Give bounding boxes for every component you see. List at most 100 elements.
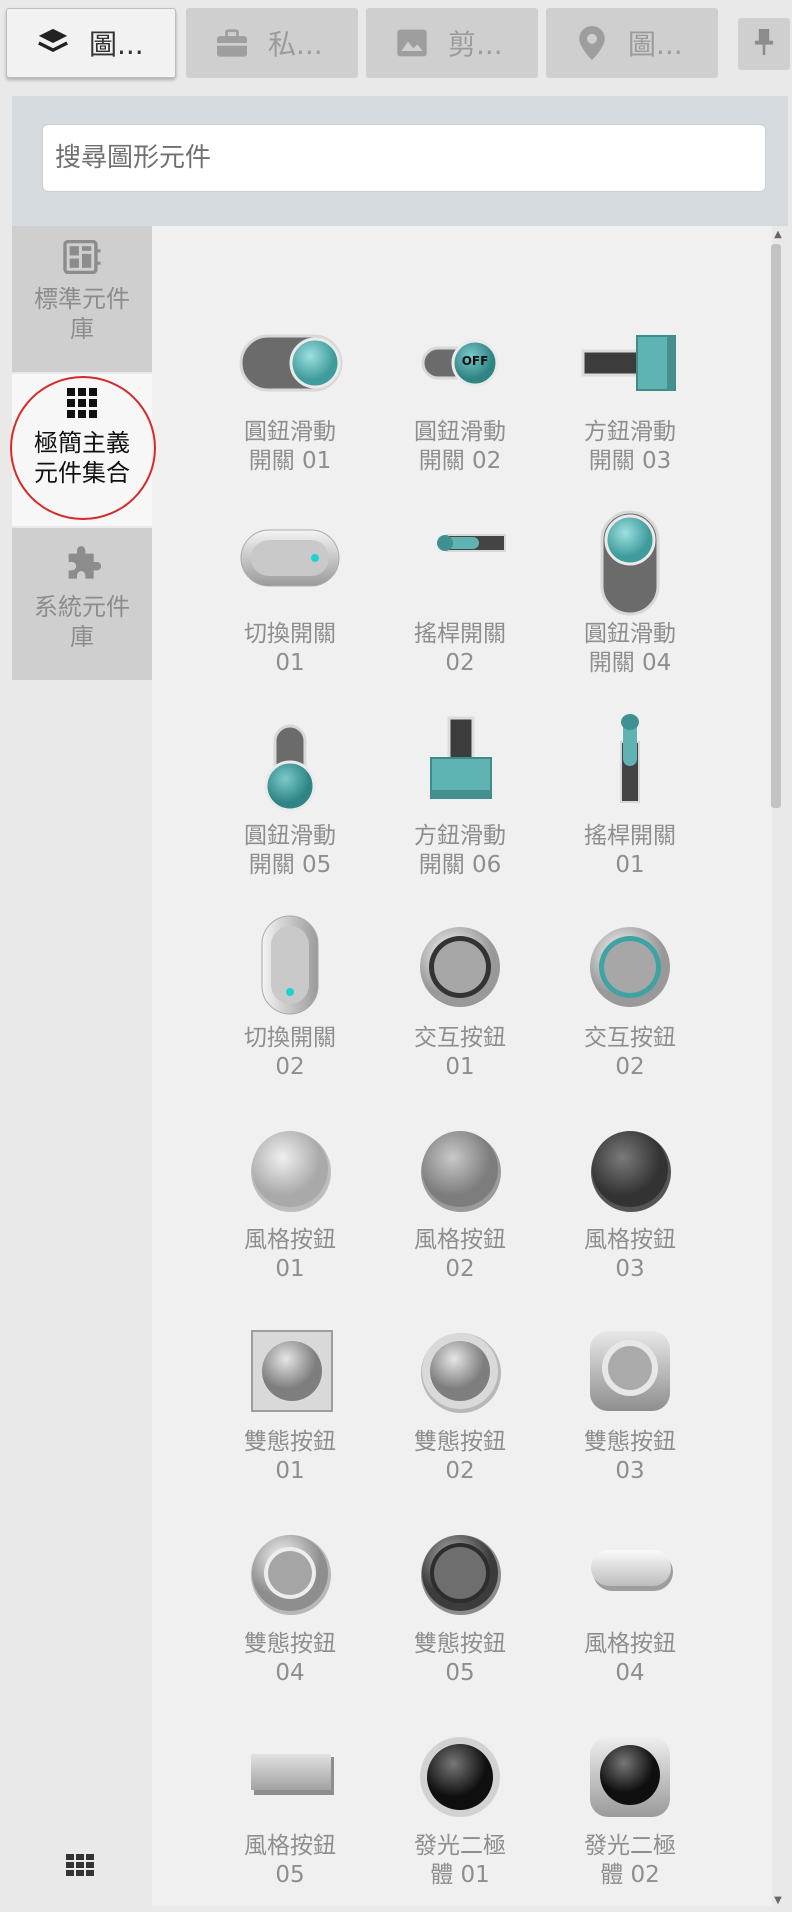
map-pin-icon [572,23,612,63]
widget-label: 發光二極 [414,1833,506,1859]
widget-label: 雙態按鈕 [244,1429,336,1455]
widget-round-slide-switch-02[interactable]: OFF 圓鈕滑動 開關 02 [375,306,545,474]
widget-label: 05 [275,1862,305,1888]
scroll-up-arrow-icon[interactable]: ▲ [772,230,784,240]
widget-interactive-button-01[interactable]: 交互按鈕 01 [375,912,545,1080]
sidebar-item-standard-library[interactable]: 標準元件 庫 [12,226,152,372]
widget-square-slide-switch-06[interactable]: 方鈕滑動 開關 06 [375,710,545,878]
widget-round-slide-switch-01[interactable]: 圓鈕滑動 開關 01 [205,306,375,474]
app-window: 圖... 私... 剪... 圖... 搜尋圖形元件 標準元件 庫 極簡主義 元… [0,0,792,1912]
layers-icon [33,23,73,63]
widget-two-state-button-05[interactable]: 雙態按鈕 05 [375,1518,545,1686]
widget-two-state-button-02[interactable]: 雙態按鈕 02 [375,1316,545,1484]
pin-button[interactable] [738,18,790,70]
widget-label: 切換開關 [244,1025,336,1051]
rocker-switch-horizontal-icon [375,508,545,618]
scroll-down-arrow-icon[interactable]: ▼ [772,1896,784,1906]
toggle-switch-icon [205,508,375,618]
widget-two-state-button-04[interactable]: 雙態按鈕 04 [205,1518,375,1686]
widget-label: 02 [445,1256,475,1282]
widget-label: 02 [275,1054,305,1080]
widget-label: 體 01 [430,1862,490,1888]
widget-toggle-switch-01[interactable]: 切換開關 01 [205,508,375,676]
widget-style-button-05[interactable]: 風格按鈕 05 [205,1720,375,1888]
widget-led-02[interactable]: 發光二極 體 02 [545,1720,715,1888]
category-sidebar: 標準元件 庫 極簡主義 元件集合 系統元件 庫 [12,226,152,1906]
widget-style-button-02[interactable]: 風格按鈕 02 [375,1114,545,1282]
widget-label: 02 [615,1054,645,1080]
tab-components[interactable]: 圖... [6,8,176,78]
widget-label: 02 [445,650,475,676]
widget-label: 圓鈕滑動 [244,823,336,849]
tab-label: 私... [268,28,323,61]
widget-style-button-01[interactable]: 風格按鈕 01 [205,1114,375,1282]
widget-label: 開關 04 [588,650,672,676]
widget-square-slide-switch-03[interactable]: 方鈕滑動 開關 03 [545,306,715,474]
widget-two-state-button-01[interactable]: 雙態按鈕 01 [205,1316,375,1484]
widget-label: 交互按鈕 [414,1025,506,1051]
tab-clipart[interactable]: 剪... [366,8,538,78]
round-slide-switch-vertical-icon [545,508,715,618]
apps-grid-button[interactable] [66,1854,94,1880]
two-state-button-round-icon [375,1316,545,1426]
widget-label: 開關 06 [418,852,502,878]
widget-label: 雙態按鈕 [414,1631,506,1657]
widget-label: 03 [615,1256,645,1282]
widget-label: 搖桿開關 [584,823,676,849]
sidebar-item-label: 標準元件 [34,285,130,313]
widget-label: 01 [615,852,645,878]
widget-label: 風格按鈕 [584,1227,676,1253]
widget-interactive-button-02[interactable]: 交互按鈕 02 [545,912,715,1080]
sidebar-item-system-library[interactable]: 系統元件 庫 [12,528,152,680]
briefcase-icon [212,23,252,63]
sidebar-item-label: 庫 [70,315,94,343]
two-state-button-dark-icon [375,1518,545,1628]
layout-grid-icon [12,240,152,274]
widget-label: 風格按鈕 [244,1833,336,1859]
widget-label: 交互按鈕 [584,1025,676,1051]
style-button-rect-icon [205,1720,375,1830]
rocker-switch-vertical-icon [545,710,715,820]
sidebar-item-label: 元件集合 [34,459,130,487]
style-button-pill-icon [545,1518,715,1628]
tab-label: 圖... [89,28,144,61]
widget-round-slide-switch-04[interactable]: 圓鈕滑動 開關 04 [545,508,715,676]
search-input[interactable] [42,124,766,192]
widget-label: 圓鈕滑動 [584,621,676,647]
widget-round-slide-switch-05[interactable]: 圓鈕滑動 開關 05 [205,710,375,878]
pin-icon [754,29,774,59]
widget-label: 切換開關 [244,621,336,647]
widget-label: 01 [445,1054,475,1080]
interactive-button-icon [375,912,545,1022]
widget-style-button-03[interactable]: 風格按鈕 03 [545,1114,715,1282]
square-slide-switch-vertical-icon [375,710,545,820]
widget-label: 風格按鈕 [244,1227,336,1253]
sidebar-item-minimalist[interactable]: 極簡主義 元件集合 [12,374,152,526]
widget-label: 03 [615,1458,645,1484]
search-area [12,96,788,226]
widget-label: 開關 01 [248,448,332,474]
widget-rocker-switch-02[interactable]: 搖桿開關 02 [375,508,545,676]
widget-label: 發光二極 [584,1833,676,1859]
sidebar-item-label: 系統元件 [34,593,130,621]
toggle-switch-vertical-icon [205,912,375,1022]
widget-label: 風格按鈕 [584,1631,676,1657]
widget-two-state-button-03[interactable]: 雙態按鈕 03 [545,1316,715,1484]
tab-map[interactable]: 圖... [546,8,718,78]
widget-label: 風格按鈕 [414,1227,506,1253]
tab-private[interactable]: 私... [186,8,358,78]
widget-led-01[interactable]: 發光二極 體 01 [375,1720,545,1888]
widget-toggle-switch-02[interactable]: 切換開關 02 [205,912,375,1080]
two-state-button-ring-icon [205,1518,375,1628]
widget-rocker-switch-01[interactable]: 搖桿開關 01 [545,710,715,878]
widget-style-button-04[interactable]: 風格按鈕 04 [545,1518,715,1686]
scrollbar-thumb[interactable] [771,244,781,808]
widget-label: 雙態按鈕 [414,1429,506,1455]
widget-label: 04 [615,1660,645,1686]
dots-grid-icon [12,388,152,418]
widget-label: 開關 02 [418,448,502,474]
widget-label: 開關 05 [248,852,332,878]
widget-label: 圓鈕滑動 [414,419,506,445]
widget-label: 01 [275,1256,305,1282]
sidebar-item-label: 極簡主義 [34,429,130,457]
